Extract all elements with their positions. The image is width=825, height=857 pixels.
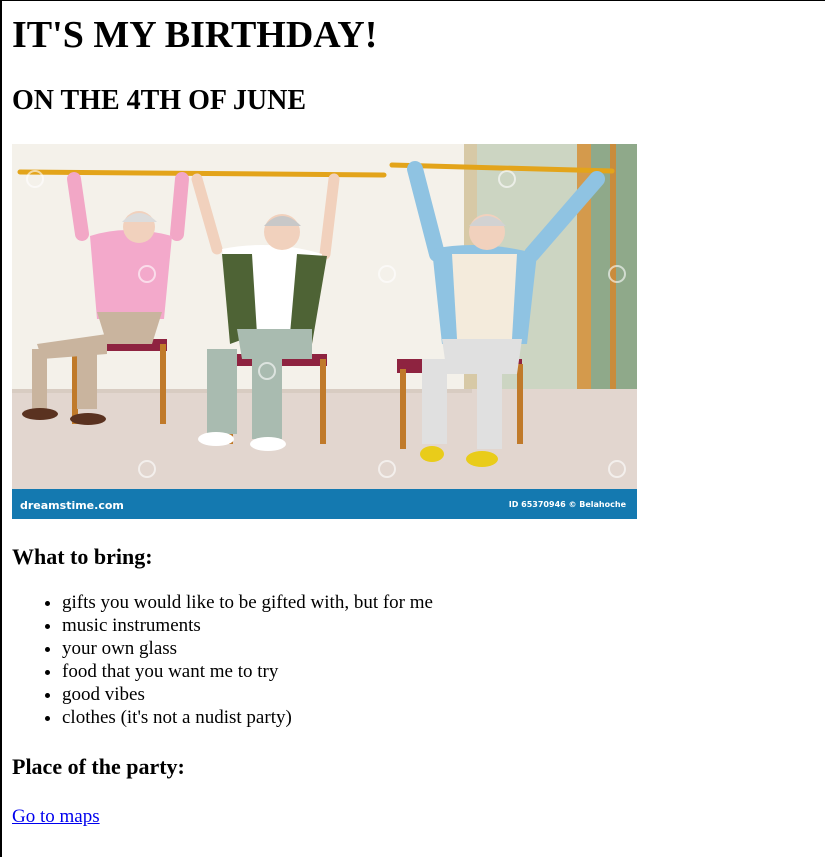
list-item: clothes (it's not a nudist party): [62, 706, 812, 729]
page-content: IT'S MY BIRTHDAY! ON THE 4TH OF JUNE dre…: [12, 0, 812, 828]
page-title: IT'S MY BIRTHDAY!: [12, 14, 378, 56]
list-item: music instruments: [62, 614, 812, 637]
list-item: your own glass: [62, 637, 812, 660]
maps-link[interactable]: Go to maps: [12, 805, 100, 828]
list-item: good vibes: [62, 683, 812, 706]
watermark-id-text: ID 65370946 © Belahoche: [509, 500, 627, 509]
list-item: gifts you would like to be gifted with, …: [62, 591, 812, 614]
place-heading: Place of the party:: [12, 754, 185, 779]
watermark-brand-text: dreamstime.com: [20, 499, 124, 512]
page-subtitle: ON THE 4TH OF JUNE: [12, 85, 307, 116]
bring-heading: What to bring:: [12, 544, 153, 569]
list-item: food that you want me to try: [62, 660, 812, 683]
window-left-border: [0, 0, 2, 857]
bring-list: gifts you would like to be gifted with, …: [12, 591, 812, 729]
stock-photo-seniors-exercising: dreamstime.com ID 65370946 © Belahoche: [12, 144, 637, 519]
